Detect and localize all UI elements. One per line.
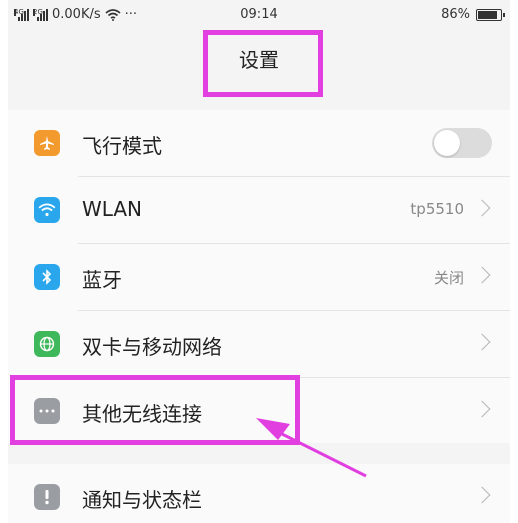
annotation-arrow: [256, 418, 367, 478]
settings-screen: 4G 2G 0.00K/s ··· 09:14 86% 设置 飞行模式 WLAN…: [8, 0, 510, 523]
